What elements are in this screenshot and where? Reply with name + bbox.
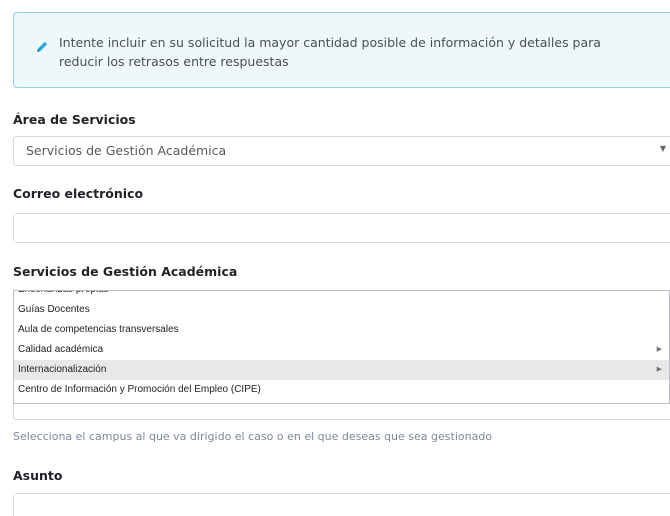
option-internacionalizacion-label: Internacionalización: [18, 364, 107, 375]
academic-services-label: Servicios de Gestión Académica: [13, 264, 238, 279]
chevron-down-icon: ▼: [659, 144, 666, 153]
campus-helper-text: Selecciona el campus al que va dirigido …: [13, 430, 493, 443]
service-area-label: Área de Servicios: [13, 112, 136, 127]
option-internacionalizacion[interactable]: Internacionalización ▶: [14, 360, 669, 380]
subject-label: Asunto: [13, 468, 63, 483]
pencil-icon: [34, 39, 50, 55]
option-cipe[interactable]: Centro de Información y Promoción del Em…: [14, 380, 669, 400]
service-area-value: Servicios de Gestión Académica: [26, 143, 227, 158]
option-aula-competencias[interactable]: Aula de competencias transversales: [14, 320, 669, 340]
chevron-right-icon: ▶: [656, 346, 662, 353]
notice-text: Intente incluir en su solicitud la mayor…: [59, 35, 601, 69]
service-area-select[interactable]: Servicios de Gestión Académica ▼: [13, 136, 670, 166]
info-notice: Intente incluir en su solicitud la mayor…: [13, 12, 670, 88]
email-field[interactable]: [13, 213, 670, 243]
option-guias-docentes[interactable]: Guías Docentes: [14, 300, 669, 320]
option-calidad-academica[interactable]: Calidad académica ▶: [14, 340, 669, 360]
support-request-form: Intente incluir en su solicitud la mayor…: [0, 0, 670, 516]
academic-services-dropdown[interactable]: Enseñanzas propias Guías Docentes Aula d…: [13, 290, 670, 404]
option-calidad-academica-label: Calidad académica: [18, 344, 104, 355]
subject-field[interactable]: [13, 493, 670, 516]
email-label: Correo electrónico: [13, 186, 144, 201]
option-ensenanzas-propias[interactable]: Enseñanzas propias: [14, 291, 669, 299]
chevron-right-icon: ▶: [656, 366, 662, 373]
